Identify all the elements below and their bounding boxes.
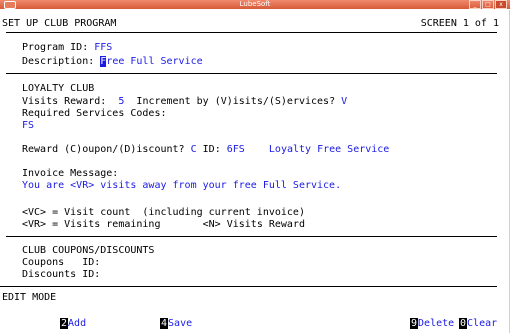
- increment-field[interactable]: V: [341, 96, 347, 107]
- terminal-screen: SET UP CLUB PROGRAM SCREEN 1 of 1 Progra…: [0, 10, 510, 333]
- legend-vr-row: <VR> = Visits remaining <N> Visits Rewar…: [22, 219, 305, 230]
- discounts-id-field[interactable]: [100, 269, 148, 280]
- minimize-icon[interactable]: _: [469, 0, 481, 9]
- divider: [6, 236, 497, 237]
- f10-key: 0: [459, 318, 468, 329]
- required-services-field[interactable]: FS: [22, 120, 34, 131]
- screen-title: SET UP CLUB PROGRAM: [2, 18, 117, 29]
- maximize-icon[interactable]: □: [482, 0, 494, 9]
- program-id-label: Program ID:: [22, 42, 89, 53]
- window-title: LubeSoft: [239, 0, 271, 8]
- f2-label: Add: [68, 318, 87, 329]
- reward-type-label: Reward (C)oupon/(D)iscount?: [22, 144, 185, 155]
- reward-id-field[interactable]: 6FS: [227, 144, 245, 155]
- description-label: Description:: [22, 56, 95, 67]
- discounts-id-label: Discounts ID:: [22, 269, 101, 280]
- coupons-id-label: Coupons ID:: [22, 257, 101, 268]
- legend-n: <N> Visits Reward: [202, 219, 305, 230]
- invoice-message-label: Invoice Message:: [22, 168, 119, 179]
- increment-label: Increment by (V)isits/(S)ervices?: [136, 96, 336, 107]
- program-id-row: Program ID: FFS: [22, 42, 112, 53]
- f9-delete-button[interactable]: 9Delete: [410, 318, 454, 329]
- reward-id-label: ID:: [202, 144, 221, 155]
- legend-vc: <VC> = Visit count (including current in…: [22, 207, 305, 218]
- discounts-row: Discounts ID:: [22, 269, 148, 280]
- divider: [0, 286, 497, 287]
- description-field[interactable]: ree Full Service: [106, 56, 202, 67]
- divider: [6, 32, 497, 33]
- f10-label: Clear: [467, 318, 498, 329]
- close-icon[interactable]: x: [495, 0, 507, 9]
- program-id-field[interactable]: FFS: [94, 42, 112, 53]
- reward-description: Loyalty Free Service: [268, 144, 390, 155]
- f9-key: 9: [410, 318, 419, 329]
- f10-clear-button[interactable]: 0Clear: [459, 318, 497, 329]
- divider: [6, 73, 497, 74]
- legend-vr: <VR> = Visits remaining: [22, 219, 161, 230]
- f2-add-button[interactable]: 2Add: [60, 318, 86, 329]
- f4-key: 4: [160, 318, 169, 329]
- loyalty-heading: LOYALTY CLUB: [22, 83, 95, 94]
- coupons-id-field[interactable]: [100, 257, 148, 268]
- reward-row: Reward (C)oupon/(D)iscount? C ID: 6FS Lo…: [22, 144, 389, 155]
- club-heading: CLUB COUPONS/DISCOUNTS: [22, 245, 155, 256]
- mode-indicator: EDIT MODE: [2, 292, 57, 303]
- f9-label: Delete: [418, 318, 455, 329]
- window-titlebar: LubeSoft _ □ x: [0, 0, 510, 9]
- invoice-message-field[interactable]: You are <VR> visits away from your free …: [22, 180, 341, 191]
- f4-save-button[interactable]: 4Save: [160, 318, 192, 329]
- window-controls: _ □ x: [469, 0, 507, 9]
- f4-label: Save: [168, 318, 193, 329]
- reward-type-field[interactable]: C: [191, 144, 197, 155]
- required-services-label: Required Services Codes:: [22, 108, 167, 119]
- visits-row: Visits Reward: 5 Increment by (V)isits/(…: [22, 96, 347, 107]
- visits-reward-field[interactable]: 5: [118, 96, 124, 107]
- visits-reward-label: Visits Reward:: [22, 96, 107, 107]
- screen-indicator: SCREEN 1 of 1: [420, 18, 499, 29]
- coupons-row: Coupons ID:: [22, 257, 148, 268]
- description-row: Description: Free Full Service: [22, 56, 203, 67]
- f2-key: 2: [60, 318, 69, 329]
